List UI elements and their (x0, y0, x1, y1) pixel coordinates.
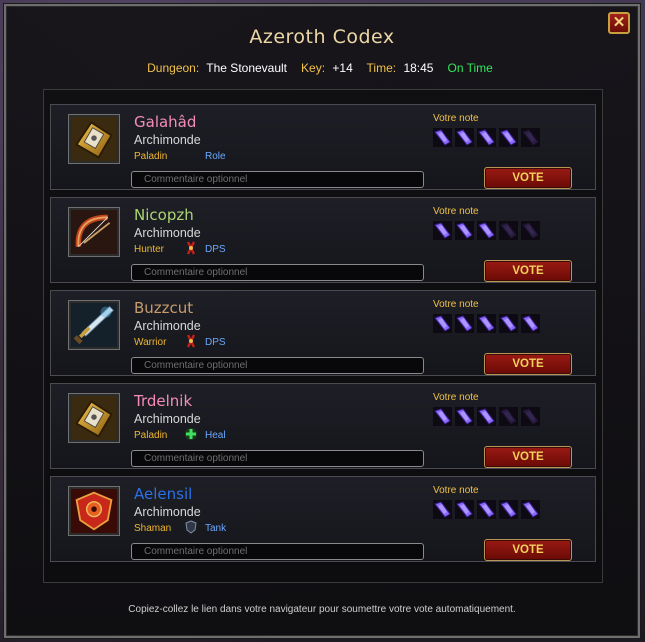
time-value: 18:45 (403, 61, 434, 75)
vote-button[interactable]: VOTE (484, 539, 572, 561)
rating-stars[interactable] (433, 500, 540, 520)
heal-icon (184, 426, 198, 442)
player-name: Trdelnik (134, 392, 193, 410)
dps-icon (184, 240, 198, 256)
star-filled-icon[interactable] (477, 407, 496, 426)
footer-instructions: Copiez-collez le lien dans votre navigat… (128, 604, 516, 615)
player-row-3: Trdelnik Archimonde Paladin Heal Comment… (50, 383, 596, 469)
vote-button[interactable]: VOTE (484, 260, 572, 282)
warrior-sword-icon (71, 303, 117, 347)
player-row-0: Galahâd Archimonde Paladin Role Commenta… (50, 104, 596, 190)
star-filled-icon[interactable] (477, 500, 496, 519)
star-filled-icon[interactable] (521, 314, 540, 333)
codex-window: ✕ Azeroth Codex Dungeon: The Stonevault … (4, 4, 640, 638)
star-filled-icon[interactable] (433, 314, 452, 333)
class-avatar (68, 393, 120, 443)
tank-icon (184, 519, 198, 535)
player-row-4: Aelensil Archimonde Shaman Tank Commenta… (50, 476, 596, 562)
player-role: Tank (205, 523, 227, 534)
star-filled-icon[interactable] (455, 407, 474, 426)
player-realm: Archimonde (134, 319, 201, 333)
comment-input[interactable]: Commentaire optionnel (131, 357, 424, 374)
player-name: Buzzcut (134, 299, 194, 317)
paladin-hammer-icon (71, 117, 117, 161)
player-class: Paladin (134, 430, 168, 441)
star-filled-icon[interactable] (433, 221, 452, 240)
player-list: Galahâd Archimonde Paladin Role Commenta… (43, 89, 603, 583)
comment-input[interactable]: Commentaire optionnel (131, 264, 424, 281)
hunter-bow-icon (71, 210, 117, 254)
window-title: Azeroth Codex (249, 26, 395, 48)
player-realm: Archimonde (134, 505, 201, 519)
player-name: Galahâd (134, 113, 197, 131)
player-name: Aelensil (134, 485, 193, 503)
star-filled-icon[interactable] (433, 500, 452, 519)
rating-label: Votre note (433, 392, 479, 403)
rating-stars[interactable] (433, 314, 540, 334)
player-class: Warrior (134, 337, 167, 348)
paladin-hammer-icon (71, 396, 117, 440)
player-row-1: Nicopzh Archimonde Hunter DPS Commentair… (50, 197, 596, 283)
comment-input[interactable]: Commentaire optionnel (131, 171, 424, 188)
star-filled-icon[interactable] (499, 500, 518, 519)
player-role: Role (205, 151, 226, 162)
star-filled-icon[interactable] (521, 500, 540, 519)
vote-button[interactable]: VOTE (484, 167, 572, 189)
shaman-shield-icon (71, 489, 117, 533)
timing-status: On Time (447, 61, 493, 75)
player-realm: Archimonde (134, 412, 201, 426)
star-filled-icon[interactable] (455, 128, 474, 147)
rating-label: Votre note (433, 485, 479, 496)
rating-stars[interactable] (433, 128, 540, 148)
star-filled-icon[interactable] (433, 128, 452, 147)
player-realm: Archimonde (134, 226, 201, 240)
rating-label: Votre note (433, 299, 479, 310)
player-class: Hunter (134, 244, 165, 255)
key-value: +14 (332, 61, 353, 75)
dps-icon (184, 333, 198, 349)
star-filled-icon[interactable] (477, 128, 496, 147)
star-filled-icon[interactable] (433, 407, 452, 426)
star-filled-icon[interactable] (499, 314, 518, 333)
player-class: Paladin (134, 151, 168, 162)
comment-input[interactable]: Commentaire optionnel (131, 450, 424, 467)
class-avatar (68, 114, 120, 164)
run-info: Dungeon: The Stonevault Key: +14 Time: 1… (6, 61, 638, 75)
star-empty-icon[interactable] (521, 128, 540, 147)
star-filled-icon[interactable] (477, 314, 496, 333)
star-empty-icon[interactable] (499, 407, 518, 426)
player-realm: Archimonde (134, 133, 201, 147)
vote-button[interactable]: VOTE (484, 446, 572, 468)
star-filled-icon[interactable] (477, 221, 496, 240)
player-row-2: Buzzcut Archimonde Warrior DPS Commentai… (50, 290, 596, 376)
star-empty-icon[interactable] (499, 221, 518, 240)
dungeon-value: The Stonevault (206, 61, 288, 75)
player-role: DPS (205, 244, 226, 255)
key-label: Key: (301, 61, 326, 75)
dungeon-label: Dungeon: (147, 61, 200, 75)
star-filled-icon[interactable] (455, 221, 474, 240)
player-role: Heal (205, 430, 226, 441)
player-role: DPS (205, 337, 226, 348)
rating-label: Votre note (433, 113, 479, 124)
class-avatar (68, 300, 120, 350)
star-empty-icon[interactable] (521, 407, 540, 426)
star-filled-icon[interactable] (455, 314, 474, 333)
star-filled-icon[interactable] (455, 500, 474, 519)
player-class: Shaman (134, 523, 172, 534)
comment-input[interactable]: Commentaire optionnel (131, 543, 424, 560)
vote-button[interactable]: VOTE (484, 353, 572, 375)
class-avatar (68, 486, 120, 536)
rating-label: Votre note (433, 206, 479, 217)
rating-stars[interactable] (433, 407, 540, 427)
rating-stars[interactable] (433, 221, 540, 241)
star-empty-icon[interactable] (521, 221, 540, 240)
time-label: Time: (366, 61, 397, 75)
role-icon (184, 147, 198, 163)
class-avatar (68, 207, 120, 257)
player-name: Nicopzh (134, 206, 194, 224)
star-filled-icon[interactable] (499, 128, 518, 147)
